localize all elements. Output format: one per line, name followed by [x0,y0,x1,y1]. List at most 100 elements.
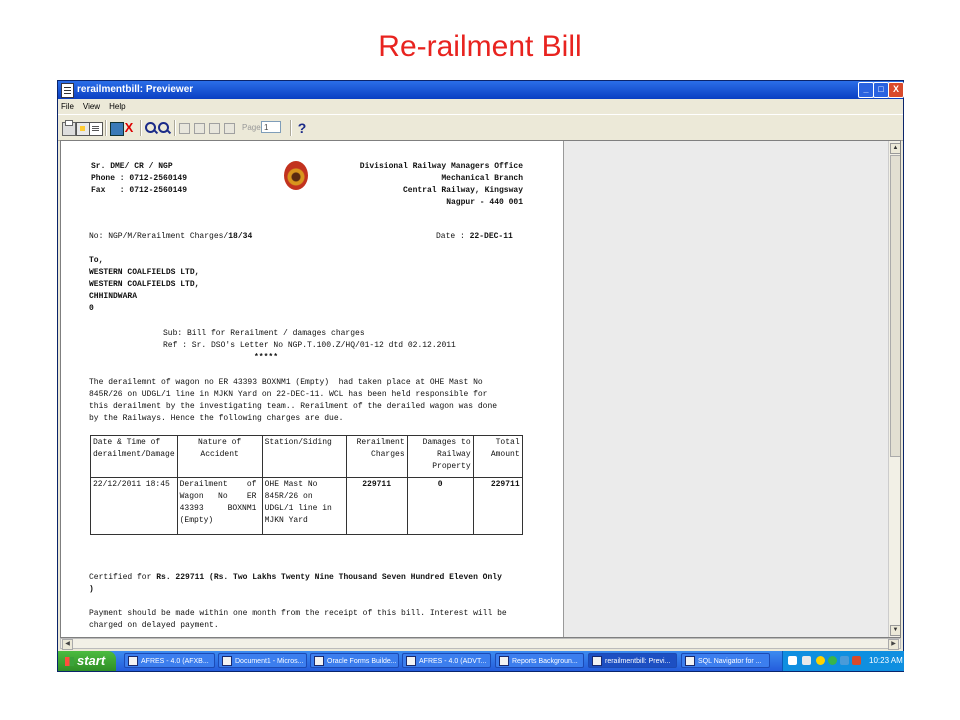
header-station: Station/Siding [261,435,347,478]
sender-line1: Sr. DME/ CR / NGP [91,162,173,171]
header-total-line2: Amount [490,450,520,459]
menu-file[interactable]: File [61,102,74,111]
office-block: Divisional Railway Managers Office Mecha… [353,161,523,209]
header-rerail-line2: Charges [371,450,405,459]
scroll-right-icon[interactable]: ▶ [888,639,899,650]
toolbar: X Page 1 ? [58,114,903,141]
taskbar-item-label: SQL Navigator for ... [698,658,762,665]
clock: 10:23 AM [869,656,903,665]
minimize-button[interactable]: _ [858,82,874,98]
scroll-thumb[interactable] [890,155,900,457]
table-row: 22/12/2011 18:45 Derailment of Wagon No E… [90,477,523,535]
preview-background [564,141,890,637]
menu-view[interactable]: View [83,102,100,111]
scroll-up-icon[interactable]: ▲ [890,143,900,154]
header-date-line1: Date & Time of [93,438,161,447]
para-line2: 845R/26 on UDGL/1 line in MJKN Yard on 2… [89,390,488,399]
previous-page-icon[interactable] [194,123,205,134]
header-damages: Damages to Railway Property [406,435,474,478]
station-line4: MJKN Yard [264,516,308,525]
close-button[interactable]: X [888,82,904,98]
display-tray-icon[interactable] [840,656,849,665]
header-damage-line2: Railway [437,450,471,459]
last-page-icon[interactable] [224,123,235,134]
cell-station: OHE Mast No 845R/26 on UDGL/1 line in MJKN … [261,477,347,535]
security-tray-icon[interactable] [852,656,861,665]
page-setup-icon[interactable] [76,122,90,136]
app-document-icon [61,83,74,98]
body-paragraph: The derailemnt of wagon no ER 43393 BOXN… [89,377,497,425]
app-icon [128,656,138,667]
first-page-icon[interactable] [179,123,190,134]
app-icon [499,656,509,667]
close-preview-icon[interactable]: X [123,121,135,134]
zoom-in-icon[interactable] [145,122,156,133]
page-number-input[interactable]: 1 [261,121,281,133]
start-button[interactable]: start [58,651,116,671]
scroll-down-icon[interactable]: ▼ [890,625,900,636]
reference-line: Ref : Sr. DSO's Letter No NGP.T.100.Z/HQ… [163,341,456,350]
certified-statement: Certified for Rs. 229711 (Rs. Two Lakhs … [89,572,502,596]
payment-line1: Payment should be made within one month … [89,609,507,618]
vertical-scrollbar[interactable]: ▲ ▼ [888,141,900,637]
print-icon[interactable] [62,120,76,136]
taskbar-item[interactable]: Document1 - Micros... [218,653,307,668]
system-tray: 10:23 AM [782,651,904,671]
taskbar-item-active[interactable]: rerailmentbill: Previ... [588,653,677,668]
taskbar-item[interactable]: SQL Navigator for ... [681,653,770,668]
windows-logo-icon [65,657,74,667]
page-label: Page [242,123,261,132]
maximize-button[interactable]: □ [873,82,889,98]
sender-block: Sr. DME/ CR / NGP Phone : 0712-2560149 F… [91,161,187,197]
subject-line: Sub: Bill for Rerailment / damages charg… [163,329,365,338]
date-value: 22-DEC-11 [469,232,513,241]
messenger-tray-icon[interactable] [816,656,825,665]
charges-table: Date & Time of derailment/Damage Nature o… [90,435,523,535]
menu-bar: File View Help [58,100,903,113]
zoom-out-icon[interactable] [158,122,169,133]
next-page-icon[interactable] [209,123,220,134]
taskbar-item-label: AFRES - 4.0 (ADVT... [419,658,487,665]
scroll-left-icon[interactable]: ◀ [62,639,73,650]
to-line3: CHHINDWARA [89,292,138,301]
nature-line2: Wagon No ER [179,492,257,501]
header-total-line1: Total [495,438,520,447]
start-label: start [77,653,106,668]
document-icon[interactable] [89,122,103,136]
report-icon[interactable] [110,122,124,136]
help-icon[interactable]: ? [296,121,308,135]
antivirus-tray-icon[interactable] [828,656,837,665]
horizontal-scrollbar[interactable]: ◀ ▶ [60,638,901,650]
central-railway-logo [284,161,308,190]
nature-line3: 43393 BOXNM1 [179,504,257,513]
app-icon [314,656,324,667]
header-nature: Nature of Accident [176,435,263,478]
taskbar-item-label: Reports Backgroun... [512,658,578,665]
cell-nature: Derailment of Wagon No ER 43393 BOXNM1 (Emp… [176,477,263,535]
taskbar-item[interactable]: Oracle Forms Builde... [310,653,399,668]
cell-total: 229711 [472,477,523,535]
date-label: Date : [436,232,470,241]
to-line1: WESTERN COALFIELDS LTD, [89,268,200,277]
to-label: To, [89,256,104,265]
cell-rerailment: 229711 [345,477,408,535]
network-tray-icon[interactable] [802,656,811,665]
office-line2: Mechanical Branch [441,174,523,183]
taskbar-item-label: rerailmentbill: Previ... [605,658,671,665]
station-line2: 845R/26 on [264,492,313,501]
header-total: Total Amount [472,435,523,478]
app-icon [222,656,232,667]
office-line1: Divisional Railway Managers Office [359,162,523,171]
help-tray-icon[interactable] [788,656,797,665]
menu-help[interactable]: Help [109,102,125,111]
taskbar-item[interactable]: Reports Backgroun... [495,653,584,668]
taskbar-item[interactable]: AFRES - 4.0 (ADVT... [402,653,491,668]
window-titlebar[interactable]: rerailmentbill: Previewer _ □ X [58,81,904,99]
para-line4: by the Railways. Hence the following cha… [89,414,344,423]
separator-stars: ***** [254,353,279,362]
app-icon [406,656,416,667]
payment-line2: charged on delayed payment. [89,621,219,630]
to-line4: 0 [89,304,94,313]
taskbar-item[interactable]: AFRES - 4.0 (AFXB... [124,653,215,668]
taskbar-item-label: Oracle Forms Builde... [327,658,397,665]
